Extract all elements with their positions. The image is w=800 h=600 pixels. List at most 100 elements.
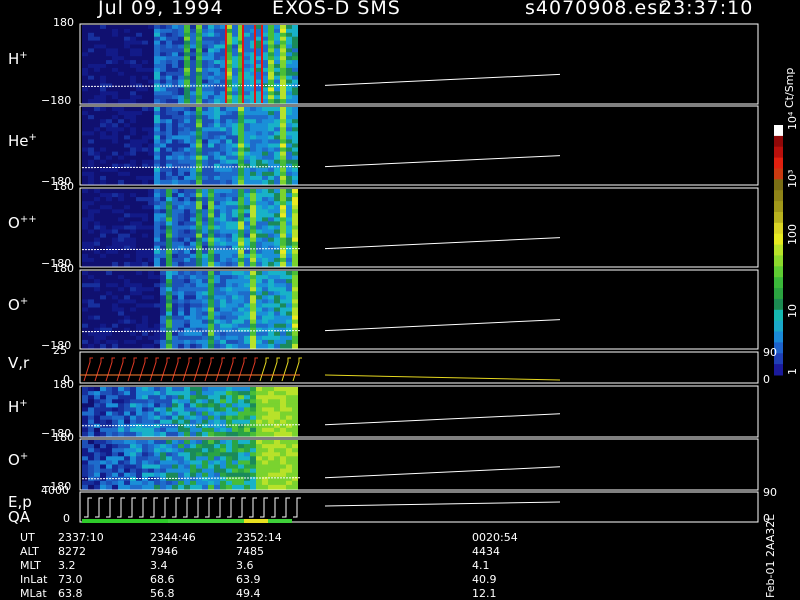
heatmap-cell <box>94 319 100 325</box>
heatmap-cell <box>262 237 268 243</box>
heatmap-cell <box>118 71 124 77</box>
heatmap-cell <box>256 205 262 210</box>
heatmap-cell <box>124 464 130 470</box>
heatmap-cell <box>256 249 262 255</box>
heatmap-cell <box>208 339 214 345</box>
heatmap-cell <box>184 71 190 77</box>
heatmap-cell <box>142 147 148 153</box>
heatmap-cell <box>190 387 196 392</box>
heatmap-cell <box>178 448 184 453</box>
heatmap-cell <box>178 407 184 413</box>
heatmap-cell <box>106 440 112 445</box>
heatmap-cell <box>280 159 286 165</box>
heatmap-cell <box>274 151 280 157</box>
heatmap-cell <box>148 287 154 292</box>
heatmap-cell <box>196 411 202 417</box>
heatmap-cell <box>232 40 238 46</box>
heatmap-cell <box>154 440 160 445</box>
heatmap-cell <box>274 28 280 34</box>
heatmap-cell <box>130 253 136 259</box>
heatmap-cell <box>262 399 268 404</box>
heatmap-cell <box>142 67 148 73</box>
heatmap-cell <box>148 155 154 161</box>
heatmap-cell <box>244 460 250 466</box>
heatmap-cell <box>250 387 256 392</box>
heatmap-cell <box>124 456 130 461</box>
heatmap-cell <box>166 279 172 284</box>
heatmap-cell <box>130 331 136 337</box>
heatmap-cell <box>136 444 142 449</box>
heatmap-cell <box>190 391 196 396</box>
heatmap-cell <box>280 452 286 457</box>
heatmap-cell <box>154 261 160 267</box>
heatmap-cell <box>196 71 202 77</box>
heatmap-cell <box>106 257 112 263</box>
heatmap-cell <box>100 155 106 161</box>
heatmap-cell <box>82 189 88 194</box>
heatmap-cell <box>178 135 184 141</box>
heatmap-cell <box>256 143 262 149</box>
heatmap-cell <box>190 291 196 296</box>
heatmap-cell <box>250 307 256 313</box>
heatmap-cell <box>202 311 208 317</box>
heatmap-cell <box>208 167 214 173</box>
heatmap-cell <box>94 291 100 296</box>
heatmap-cell <box>208 179 214 185</box>
heatmap-cell <box>100 484 106 490</box>
heatmap-cell <box>160 319 166 325</box>
heatmap-cell <box>226 257 232 263</box>
heatmap-cell <box>190 419 196 425</box>
heatmap-cell <box>286 135 292 141</box>
heatmap-cell <box>256 213 262 218</box>
heatmap-cell <box>124 287 130 292</box>
heatmap-cell <box>112 335 118 341</box>
heatmap-cell <box>124 48 130 53</box>
heatmap-cell <box>292 95 298 100</box>
heatmap-cell <box>250 197 256 202</box>
heatmap-cell <box>250 155 256 161</box>
heatmap-cell <box>208 261 214 267</box>
heatmap-cell <box>256 287 262 292</box>
heatmap-cell <box>286 67 292 73</box>
heatmap-cell <box>274 391 280 396</box>
heatmap-cell <box>142 193 148 198</box>
heatmap-cell <box>160 343 166 349</box>
heatmap-cell <box>160 225 166 231</box>
heatmap-cell <box>286 307 292 313</box>
heatmap-cell <box>118 143 124 149</box>
heatmap-cell <box>238 327 244 333</box>
heatmap-cell <box>100 480 106 486</box>
heatmap-cell <box>88 99 94 104</box>
heatmap-cell <box>196 431 202 437</box>
heatmap-cell <box>262 233 268 239</box>
heatmap-cell <box>214 271 220 276</box>
heatmap-cell <box>148 111 154 116</box>
heatmap-cell <box>130 431 136 437</box>
heatmap-cell <box>88 287 94 292</box>
heatmap-cell <box>178 48 184 53</box>
heatmap-cell <box>256 151 262 157</box>
heatmap-cell <box>184 143 190 149</box>
heatmap-cell <box>238 123 244 128</box>
heatmap-cell <box>226 189 232 194</box>
heatmap-cell <box>220 241 226 247</box>
heatmap-cell <box>286 323 292 329</box>
heatmap-cell <box>166 205 172 210</box>
heatmap-cell <box>208 472 214 478</box>
heatmap-cell <box>280 275 286 280</box>
heatmap-cell <box>82 287 88 292</box>
heatmap-cell <box>136 115 142 120</box>
heatmap-cell <box>172 225 178 231</box>
heatmap-cell <box>292 291 298 296</box>
heatmap-cell <box>244 464 250 470</box>
heatmap-cell <box>130 155 136 161</box>
heatmap-cell <box>142 275 148 280</box>
heatmap-cell <box>100 175 106 181</box>
heatmap-cell <box>136 407 142 413</box>
heatmap-cell <box>82 237 88 243</box>
heatmap-cell <box>220 476 226 482</box>
energy-trace <box>161 497 169 518</box>
heatmap-cell <box>184 167 190 173</box>
heatmap-cell <box>256 189 262 194</box>
heatmap-cell <box>208 237 214 243</box>
